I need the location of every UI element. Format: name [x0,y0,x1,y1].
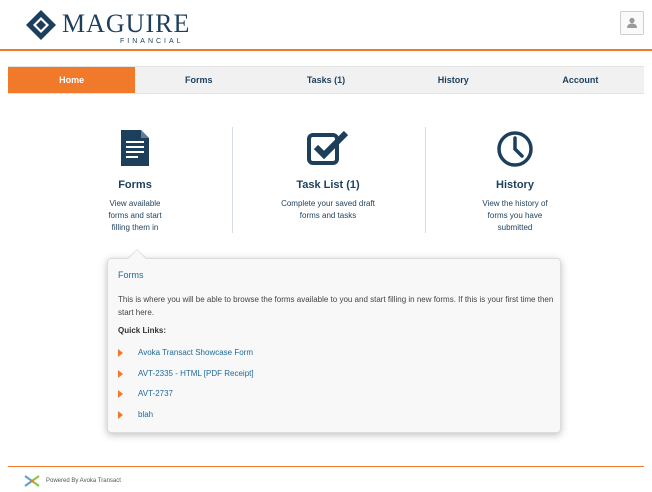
checkbox-icon [307,130,349,165]
user-menu-button[interactable] [620,11,644,35]
feature-task-list[interactable]: Task List (1) Complete your saved draft … [268,130,388,222]
caret-right-icon [118,390,123,398]
feature-divider [232,127,233,233]
feature-divider [425,127,426,233]
caret-right-icon [118,349,123,357]
main-nav: Home Forms Tasks (1) History Account [8,66,644,94]
quick-link[interactable]: AVT-2737 [118,389,254,410]
feature-history-desc: View the history of forms you have submi… [482,199,548,232]
popup-pointer-fill [128,250,146,259]
brand-subtitle: FINANCIAL [120,38,184,45]
document-icon [121,130,149,166]
footer-text[interactable]: Powered By Avoka Transact [46,478,121,484]
quick-links-label: Quick Links: [118,326,167,335]
quick-link[interactable]: AVT-2335 - HTML [PDF Receipt] [118,369,254,390]
maguire-logo[interactable]: MAGUIRE FINANCIAL [24,8,189,46]
clock-icon [497,131,533,167]
nav-forms[interactable]: Forms [135,67,262,93]
diamond-logo-icon [26,10,56,40]
quick-links-list: Avoka Transact Showcase Form AVT-2335 - … [118,348,254,430]
feature-forms-title: Forms [118,179,152,191]
avoka-logo-icon[interactable] [24,475,40,487]
nav-tasks[interactable]: Tasks (1) [262,67,389,93]
nav-home[interactable]: Home [8,67,136,93]
feature-forms-desc: View available forms and start filling t… [108,199,162,232]
feature-forms[interactable]: Forms View available forms and start fil… [75,130,195,234]
nav-account[interactable]: Account [517,67,644,93]
feature-task-list-desc: Complete your saved draft forms and task… [281,199,375,220]
feature-history[interactable]: History View the history of forms you ha… [455,130,575,234]
user-icon [627,17,637,28]
footer-rule [8,466,644,467]
quick-link[interactable]: Avoka Transact Showcase Form [118,348,254,369]
header-rule [0,49,652,51]
brand-name: MAGUIRE [62,9,191,38]
quick-link[interactable]: blah [118,410,254,431]
feature-history-title: History [496,179,534,191]
header: MAGUIRE FINANCIAL [0,0,652,50]
forms-popover: Forms This is where you will be able to … [107,258,561,433]
caret-right-icon [118,369,123,378]
feature-task-list-title: Task List (1) [296,179,360,191]
footer: Powered By Avoka Transact [24,474,121,488]
popup-description: This is where you will be able to browse… [118,295,554,317]
caret-right-icon [118,410,123,419]
popup-title: Forms [118,270,144,280]
nav-history[interactable]: History [390,67,517,93]
